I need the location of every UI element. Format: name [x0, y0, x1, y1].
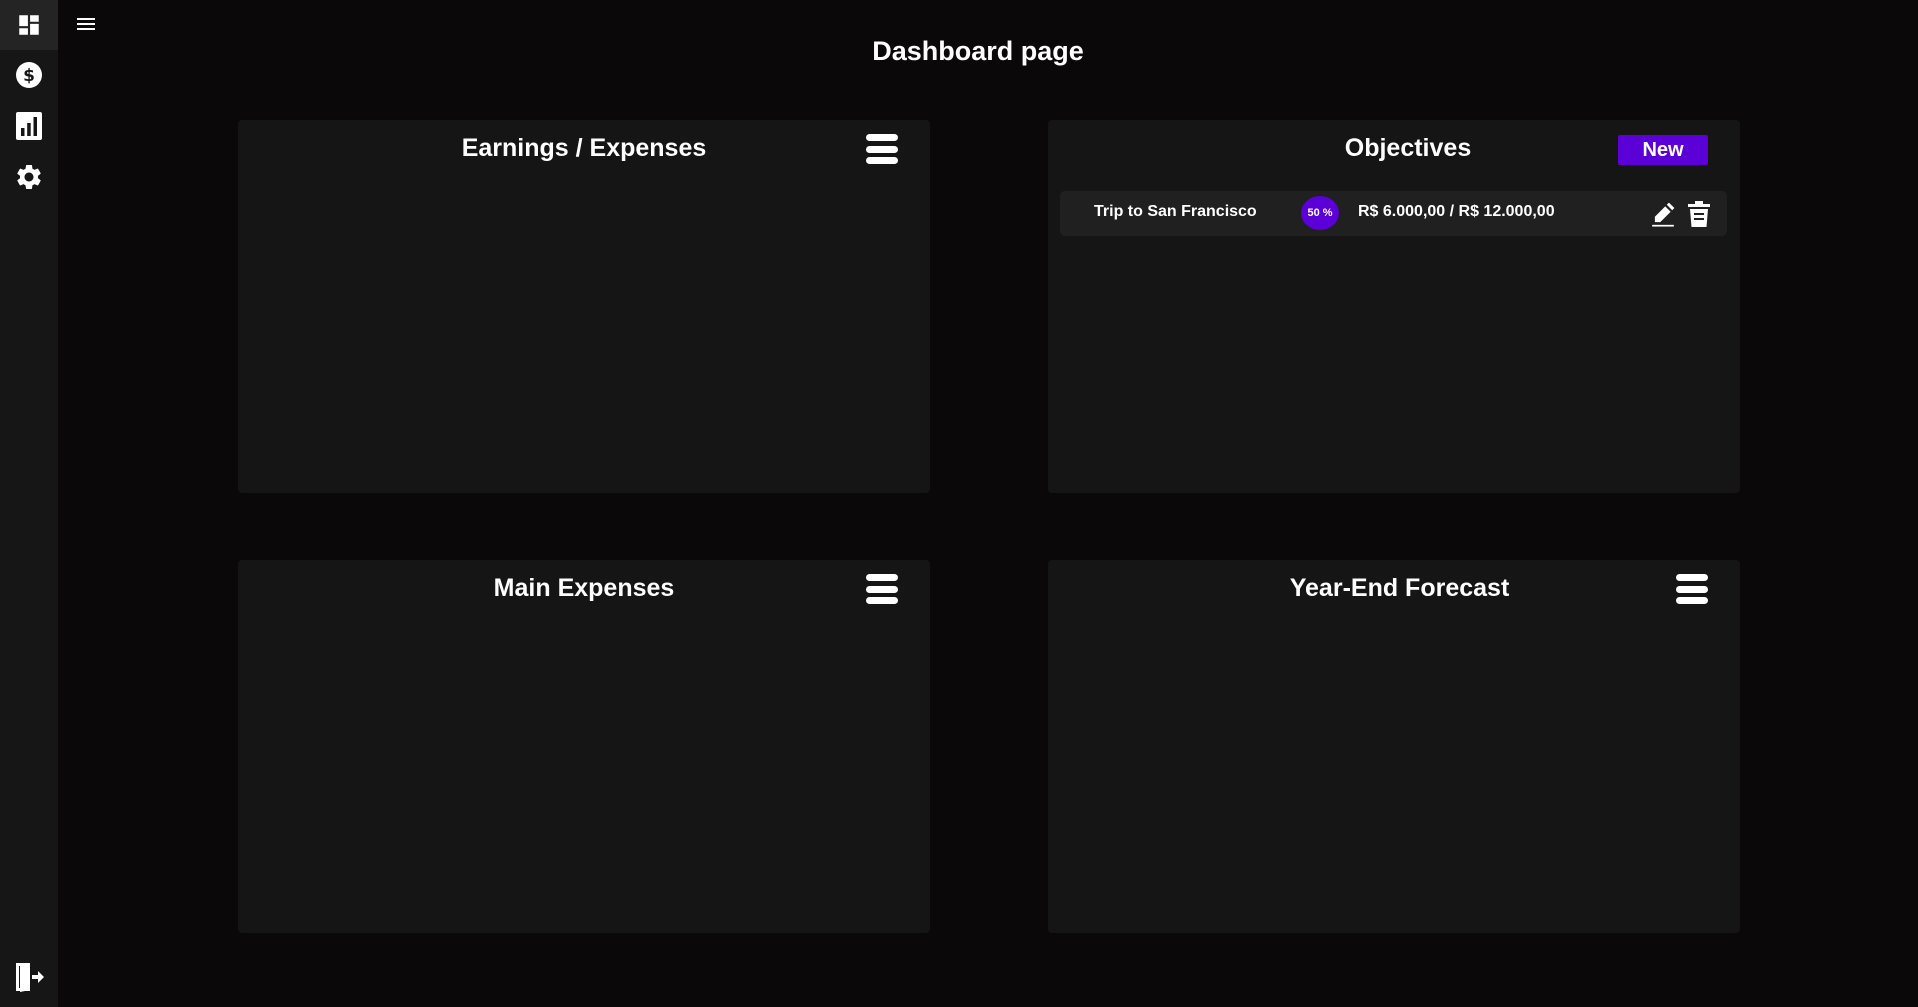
earnings-options-button[interactable] — [866, 134, 898, 164]
stack-icon — [866, 574, 898, 581]
stack-icon — [866, 157, 898, 164]
year-end-forecast-card: Year-End Forecast — [1048, 560, 1740, 933]
stack-icon — [866, 585, 898, 593]
stack-icon — [1676, 574, 1708, 581]
card-title: Year-End Forecast — [1289, 574, 1510, 602]
logout-door-icon — [16, 963, 44, 992]
card-title: Main Expenses — [493, 574, 675, 602]
new-objective-button[interactable]: New — [1618, 135, 1708, 165]
stack-icon — [1676, 585, 1708, 593]
stack-icon — [866, 597, 898, 604]
earnings-expenses-card: Earnings / Expenses — [238, 120, 930, 493]
svg-text:$: $ — [23, 66, 35, 86]
main-expenses-options-button[interactable] — [866, 574, 898, 604]
dollar-circle-icon: $ — [16, 62, 42, 88]
objective-item: Trip to San Francisco 50 % R$ 6.000,00 /… — [1060, 191, 1727, 236]
sidebar-item-dashboard[interactable] — [0, 0, 58, 50]
page-title: Dashboard page — [872, 36, 1084, 66]
edit-objective-button[interactable] — [1650, 201, 1676, 227]
objective-amount: R$ 6.000,00 / R$ 12.000,00 — [1358, 203, 1555, 220]
trash-icon — [1688, 201, 1710, 227]
menu-toggle-button[interactable] — [74, 12, 98, 36]
stack-icon — [866, 134, 898, 141]
pencil-icon — [1652, 202, 1675, 227]
bar-chart-icon — [16, 112, 42, 140]
dashboard-icon — [19, 15, 39, 35]
delete-objective-button[interactable] — [1688, 201, 1710, 227]
logout-button[interactable] — [0, 955, 58, 999]
objectives-card: Objectives New Trip to San Francisco 50 … — [1048, 120, 1740, 493]
objective-progress-badge: 50 % — [1301, 196, 1339, 230]
hamburger-menu-icon — [77, 18, 95, 30]
sidebar-item-reports[interactable] — [0, 101, 58, 151]
stack-icon — [1676, 597, 1708, 604]
card-title: Earnings / Expenses — [461, 134, 707, 162]
stack-icon — [866, 145, 898, 153]
sidebar-item-finances[interactable]: $ — [0, 50, 58, 100]
forecast-options-button[interactable] — [1676, 574, 1708, 604]
sidebar-item-settings[interactable] — [0, 152, 58, 202]
objective-name: Trip to San Francisco — [1094, 203, 1257, 220]
sidebar: $ — [0, 0, 58, 1007]
gear-icon — [17, 165, 41, 189]
main-expenses-card: Main Expenses — [238, 560, 930, 933]
